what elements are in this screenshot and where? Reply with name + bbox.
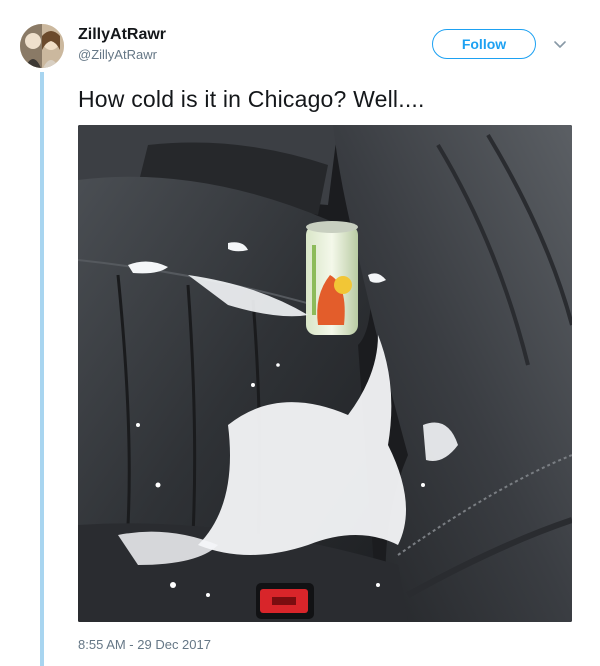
avatar[interactable] <box>20 24 64 68</box>
tweet-text: How cold is it in Chicago? Well.... <box>78 86 425 112</box>
follow-button[interactable]: Follow <box>432 29 536 59</box>
thread-line <box>40 72 44 666</box>
chevron-down-icon[interactable] <box>552 36 568 52</box>
tweet-timestamp[interactable]: 8:55 AM - 29 Dec 2017 <box>78 637 211 652</box>
tweet-photo[interactable] <box>78 125 572 622</box>
author-display-name[interactable]: ZillyAtRawr <box>78 26 166 44</box>
author-handle[interactable]: @ZillyAtRawr <box>78 47 157 62</box>
